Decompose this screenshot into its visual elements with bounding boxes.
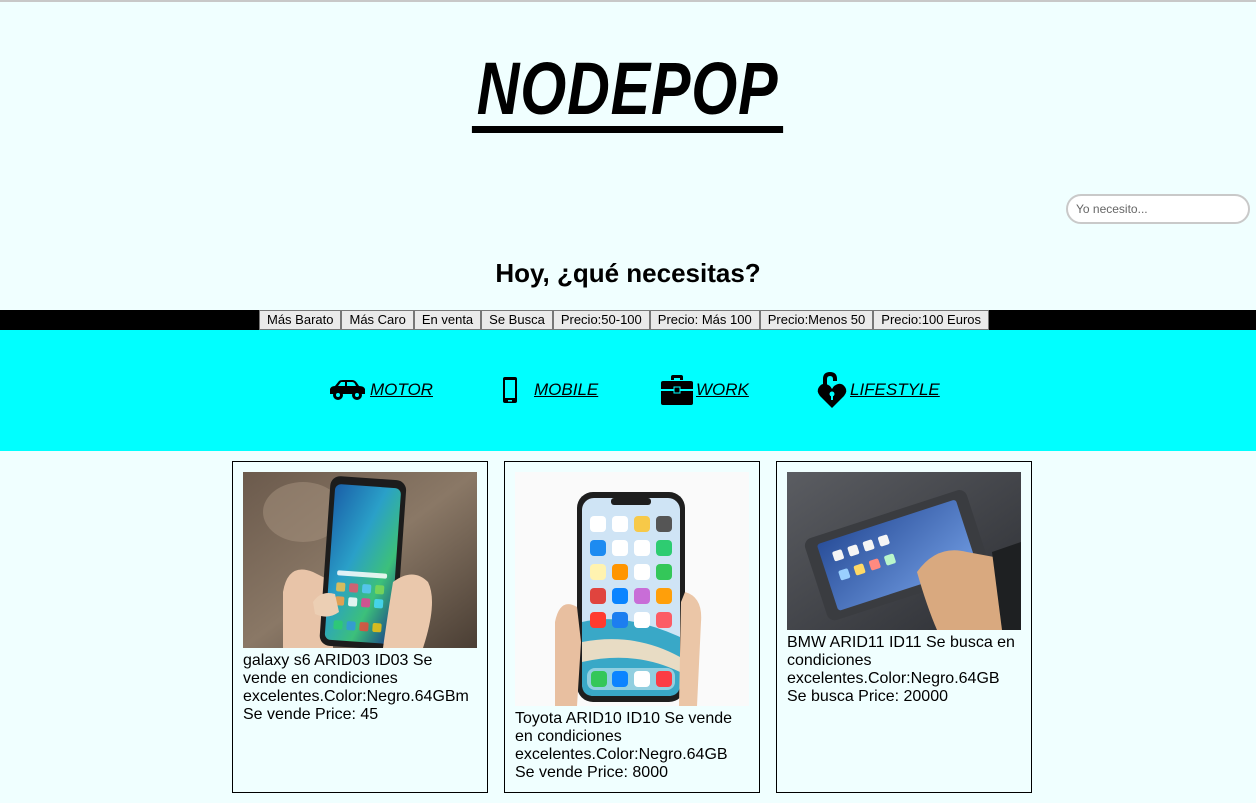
filter-cheapest-button[interactable]: Más Barato: [259, 310, 342, 330]
logo-text[interactable]: NODEPOP: [472, 52, 784, 133]
filter-wanted-button[interactable]: Se Busca: [481, 310, 553, 330]
filter-price-100-euros-button[interactable]: Precio:100 Euros: [873, 310, 990, 330]
search-input[interactable]: [1066, 194, 1250, 224]
filter-price-50-100-button[interactable]: Precio:50-100: [552, 310, 650, 330]
product-card[interactable]: BMW ARID11 ID11 Se busca en condiciones …: [776, 461, 1032, 793]
briefcase-icon: [660, 374, 696, 406]
category-work[interactable]: WORK: [660, 370, 749, 410]
heart-lock-icon: [816, 370, 850, 410]
site-logo[interactable]: NODEPOP: [0, 52, 1256, 133]
category-mobile[interactable]: MOBILE: [500, 370, 598, 410]
page-heading: Hoy, ¿qué necesitas?: [495, 258, 761, 288]
category-label[interactable]: MOBILE: [534, 380, 598, 400]
filter-price-over-100-button[interactable]: Precio: Más 100: [649, 310, 760, 330]
filter-buttons: Más Barato Más Caro En venta Se Busca Pr…: [259, 310, 990, 330]
top-border: [0, 0, 1256, 2]
product-description: Toyota ARID10 ID10 Se vende en condicion…: [515, 710, 733, 781]
filter-most-expensive-button[interactable]: Más Caro: [341, 310, 414, 330]
category-label[interactable]: WORK: [696, 380, 749, 400]
category-label[interactable]: MOTOR: [370, 380, 433, 400]
product-card[interactable]: Toyota ARID10 ID10 Se vende en condicion…: [504, 461, 760, 793]
product-description: galaxy s6 ARID03 ID03 Se vende en condic…: [243, 652, 469, 723]
category-label[interactable]: LIFESTYLE: [850, 380, 940, 400]
product-photo[interactable]: [243, 472, 477, 648]
filter-for-sale-button[interactable]: En venta: [413, 310, 482, 330]
product-photo[interactable]: [787, 472, 1021, 630]
product-photo[interactable]: [515, 472, 749, 706]
product-description: BMW ARID11 ID11 Se busca en condiciones …: [787, 634, 1015, 705]
product-card[interactable]: galaxy s6 ARID03 ID03 Se vende en condic…: [232, 461, 488, 793]
mobile-phone-icon: [500, 376, 522, 404]
category-lifestyle[interactable]: LIFESTYLE: [816, 370, 940, 410]
category-band: [0, 330, 1256, 451]
category-motor[interactable]: MOTOR: [328, 370, 433, 410]
filter-price-under-50-button[interactable]: Precio:Menos 50: [759, 310, 874, 330]
car-icon: [328, 377, 370, 403]
